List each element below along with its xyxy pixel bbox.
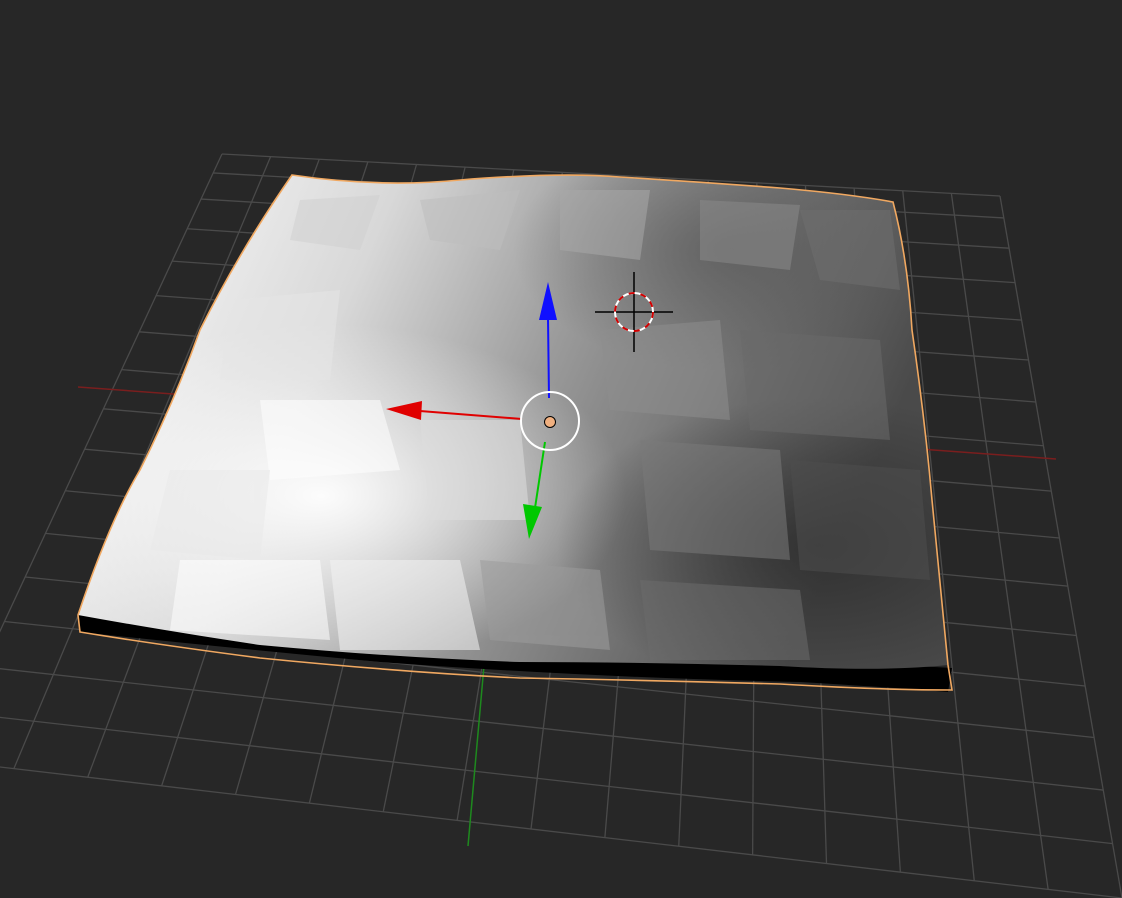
terrain-mesh[interactable] bbox=[77, 174, 953, 692]
3d-viewport[interactable] bbox=[0, 0, 1122, 898]
object-origin-icon bbox=[544, 416, 556, 428]
z-axis-handle[interactable] bbox=[547, 317, 550, 399]
